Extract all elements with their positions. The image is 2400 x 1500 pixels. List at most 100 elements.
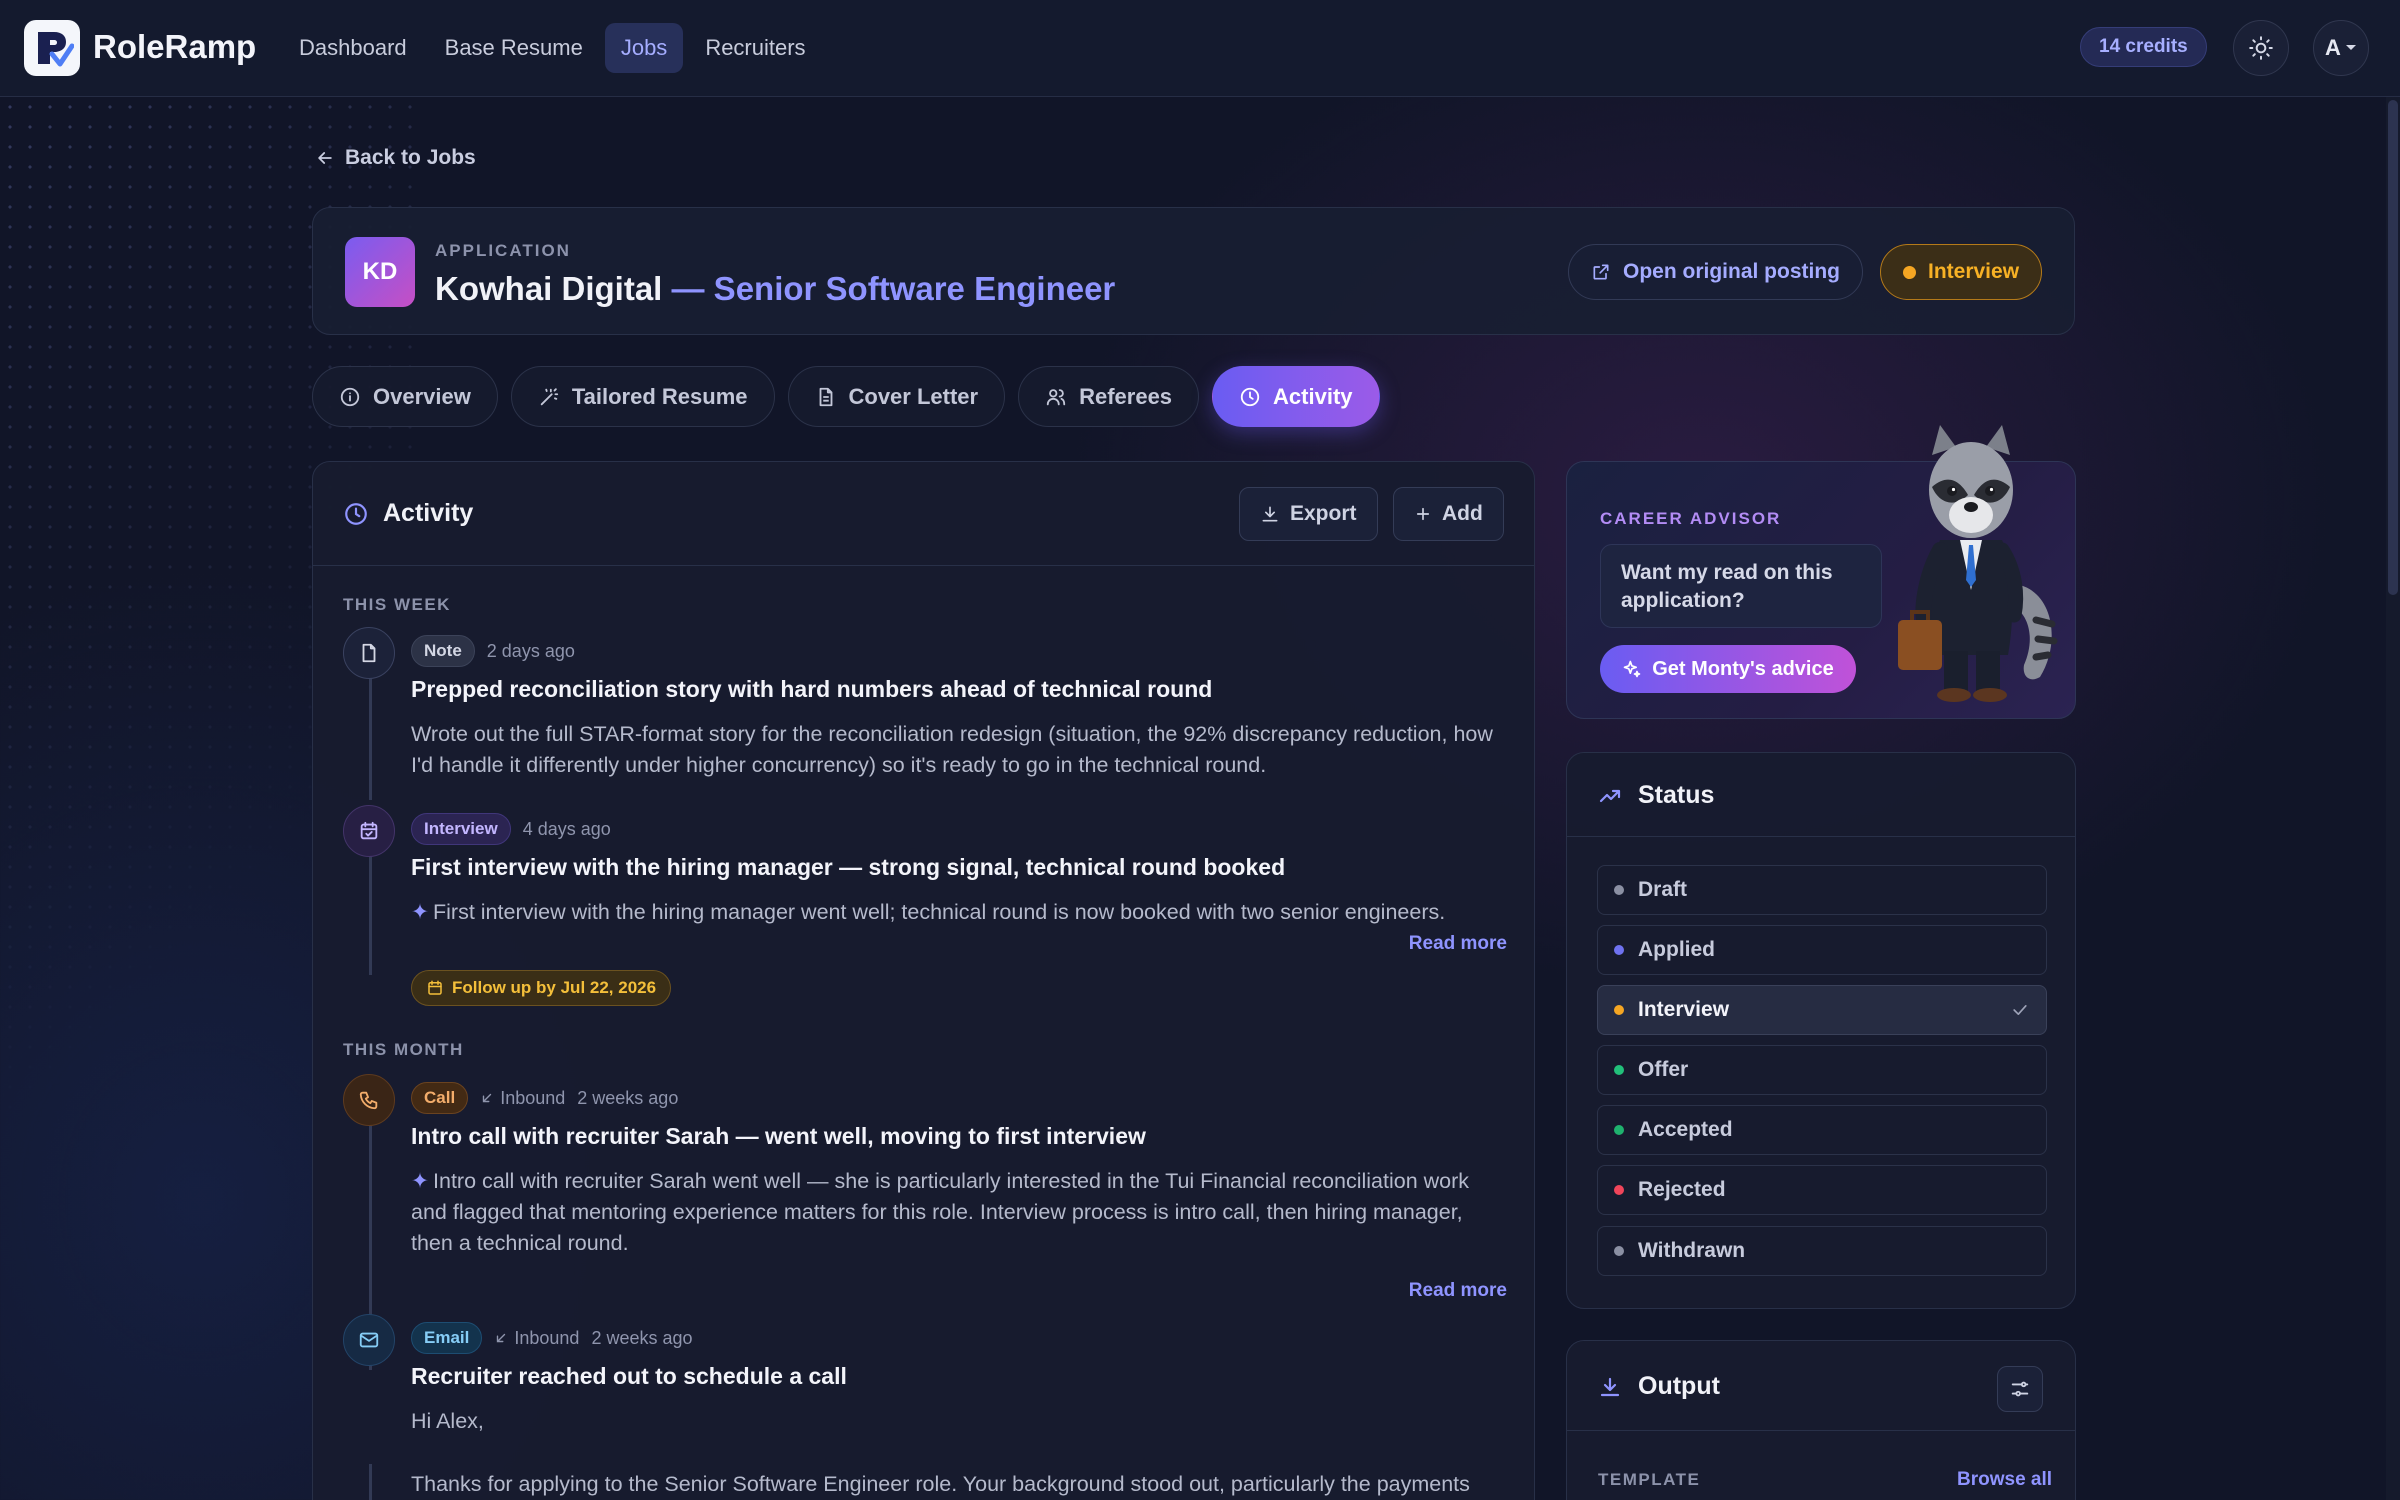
status-option-label: Draft: [1638, 878, 1688, 901]
inbound-arrow-icon: [482, 1093, 492, 1103]
entry-body: Wrote out the full STAR-format story for…: [411, 722, 1493, 777]
status-dot: [1614, 1065, 1624, 1075]
advice-button-label: Get Monty's advice: [1652, 657, 1834, 680]
arrow-left-icon: [318, 152, 332, 164]
nav-jobs[interactable]: Jobs: [604, 23, 684, 73]
follow-up-badge[interactable]: Follow up by Jul 22, 2026: [411, 970, 672, 1006]
output-header: Output: [1567, 1341, 2075, 1431]
status-option-label: Applied: [1638, 938, 1715, 961]
download-icon: [1262, 506, 1278, 522]
section-this-week: THIS WEEK: [343, 595, 451, 614]
calendar-check-icon: [360, 821, 378, 840]
magic-wand-icon: [540, 387, 559, 405]
application-title: Kowhai Digital — Senior Software Enginee…: [435, 270, 1115, 308]
document-icon: [819, 387, 832, 406]
status-option-applied[interactable]: Applied: [1597, 925, 2047, 975]
output-panel: Output TEMPLATE Browse all: [1566, 1340, 2076, 1500]
entry-direction: Inbound: [494, 1328, 579, 1349]
activity-entry[interactable]: Email Inbound 2 weeks ago Recruiter reac…: [343, 1314, 1507, 1500]
advisor-label: CAREER ADVISOR: [1600, 509, 1782, 528]
output-title-label: Output: [1638, 1372, 1720, 1400]
application-tabs: Overview Tailored Resume Cover Letter Re…: [312, 366, 1380, 427]
advisor-speech-bubble: Want my read on this application?: [1600, 544, 1882, 628]
export-label: Export: [1290, 502, 1357, 525]
account-menu-button[interactable]: A: [2313, 20, 2369, 76]
entry-title: Intro call with recruiter Sarah — went w…: [411, 1123, 1146, 1149]
entry-meta: Note 2 days ago: [411, 635, 575, 667]
status-option-label: Interview: [1638, 998, 1730, 1021]
nav-base-resume[interactable]: Base Resume: [429, 23, 599, 73]
tab-cover-letter[interactable]: Cover Letter: [787, 366, 1006, 427]
activity-entry[interactable]: Interview 4 days ago First interview wit…: [343, 805, 1507, 975]
tab-activity[interactable]: Activity: [1212, 366, 1380, 427]
clock-icon: [1240, 387, 1260, 406]
status-option-interview[interactable]: Interview: [1597, 985, 2047, 1035]
tab-label: Tailored Resume: [571, 383, 748, 409]
clock-icon: [345, 502, 367, 525]
entry-body: Intro call with recruiter Sarah went wel…: [411, 1169, 1470, 1255]
entry-summary: ✦ First interview with the hiring manager…: [411, 897, 1507, 928]
status-dot: [1614, 1005, 1624, 1015]
credits-badge[interactable]: 14 credits: [2080, 27, 2207, 67]
company-name: Kowhai Digital: [435, 270, 663, 307]
status-option-accepted[interactable]: Accepted: [1597, 1105, 2047, 1155]
output-settings-button[interactable]: [1997, 1366, 2043, 1412]
phone-icon: [359, 1091, 378, 1110]
entry-body: Thanks for applying to the Senior Softwa…: [411, 1472, 1470, 1496]
entry-meta: Email Inbound 2 weeks ago: [411, 1322, 693, 1354]
nav-recruiters[interactable]: Recruiters: [689, 23, 821, 73]
sliders-icon: [2011, 1381, 2029, 1397]
read-more-link[interactable]: Read more: [1409, 1280, 1507, 1302]
entry-type-badge: Email: [411, 1322, 483, 1354]
brand-name[interactable]: RoleRamp: [93, 28, 256, 66]
export-button[interactable]: Export: [1239, 487, 1378, 541]
entry-direction: Inbound: [480, 1088, 565, 1109]
status-dot: [1614, 1185, 1624, 1195]
company-avatar: KD: [345, 237, 415, 307]
get-advice-button[interactable]: Get Monty's advice: [1600, 645, 1856, 693]
sparkles-icon: [1623, 660, 1641, 678]
email-greeting: Hi Alex,: [411, 1409, 484, 1433]
mail-icon: [359, 1332, 379, 1348]
status-option-withdrawn[interactable]: Withdrawn: [1597, 1226, 2047, 1276]
section-this-month: THIS MONTH: [343, 1040, 464, 1059]
note-entry-icon: [343, 627, 395, 679]
read-more-link[interactable]: Read more: [1409, 933, 1507, 955]
template-label: TEMPLATE: [1598, 1470, 1701, 1489]
back-to-jobs-link[interactable]: Back to Jobs: [315, 146, 476, 170]
tab-label: Activity: [1273, 383, 1353, 409]
status-dot: [1614, 945, 1624, 955]
sun-icon: [2249, 36, 2273, 60]
status-option-draft[interactable]: Draft: [1597, 865, 2047, 915]
calendar-icon: [428, 980, 442, 995]
plus-icon: [1416, 507, 1430, 521]
entry-time: 2 days ago: [486, 640, 575, 661]
tab-tailored-resume[interactable]: Tailored Resume: [510, 366, 775, 427]
browse-all-link[interactable]: Browse all: [1957, 1469, 2052, 1491]
nav-dashboard[interactable]: Dashboard: [283, 23, 423, 73]
brand-logo[interactable]: [24, 20, 80, 76]
tab-label: Cover Letter: [848, 383, 979, 409]
add-activity-button[interactable]: Add: [1393, 487, 1504, 541]
caret-down-icon: [2345, 45, 2356, 50]
status-dropdown-pill[interactable]: Interview: [1880, 244, 2043, 300]
entry-summary: ✦ Intro call with recruiter Sarah went we…: [411, 1166, 1507, 1259]
status-option-offer[interactable]: Offer: [1597, 1045, 2047, 1095]
entry-type-badge: Call: [411, 1082, 469, 1114]
back-link-label: Back to Jobs: [345, 146, 476, 169]
open-original-posting-button[interactable]: Open original posting: [1568, 244, 1863, 300]
tab-overview[interactable]: Overview: [312, 366, 498, 427]
entry-time: 4 days ago: [522, 818, 611, 839]
scrollbar-thumb[interactable]: [2388, 100, 2398, 595]
tab-referees[interactable]: Referees: [1018, 366, 1200, 427]
status-option-label: Withdrawn: [1638, 1239, 1746, 1262]
inbound-arrow-icon: [497, 1333, 506, 1343]
status-option-rejected[interactable]: Rejected: [1597, 1165, 2047, 1215]
status-title-label: Status: [1638, 781, 1715, 809]
open-posting-label: Open original posting: [1623, 260, 1840, 283]
theme-toggle-button[interactable]: [2233, 20, 2289, 76]
entry-time: 2 weeks ago: [591, 1327, 693, 1348]
activity-entry[interactable]: Note 2 days ago Prepped reconciliation s…: [343, 627, 1507, 797]
entry-body: First interview with the hiring manager …: [433, 900, 1446, 924]
roleramp-logo-icon: [38, 32, 74, 67]
